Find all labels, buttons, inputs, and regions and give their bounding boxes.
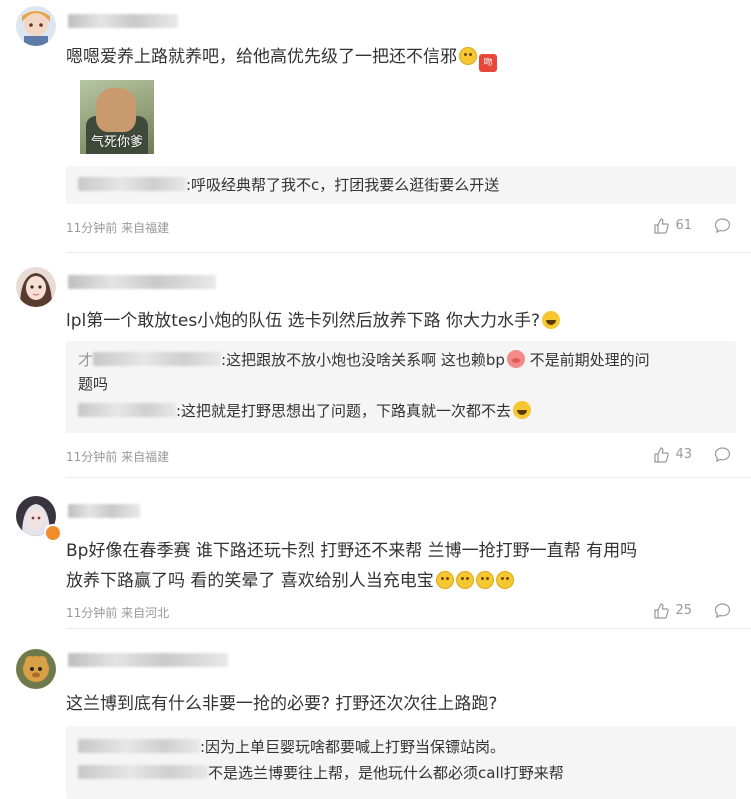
- comment-meta: 11分钟前 来自福建: [66, 221, 170, 235]
- smile-emoji-icon: [455, 571, 474, 589]
- reply-item: :这把就是打野思想出了问题，下路真就一次都不去: [78, 398, 532, 424]
- reply-text: :因为上单巨婴玩啥都要喊上打野当保镖站岗。: [200, 738, 506, 756]
- smile-emoji-icon: [435, 571, 454, 589]
- reply-username[interactable]: [78, 765, 208, 779]
- thumbs-up-icon[interactable]: [653, 602, 670, 619]
- reply-text: :这把就是打野思想出了问题，下路真就一次都不去: [176, 402, 512, 420]
- comment-text: Bp好像在春季赛 谁下路还玩卡烈 打野还不来帮 兰博一抢打野一直帮 有用吗 放养…: [66, 538, 637, 594]
- reply-item: :因为上单巨婴玩啥都要喊上打野当保镖站岗。: [78, 734, 505, 760]
- comment-text-line2: 放养下路赢了吗 看的笑晕了 喜欢给别人当充电宝: [66, 568, 637, 594]
- avatar[interactable]: [16, 267, 56, 307]
- comment-text-line2-body: 放养下路赢了吗 看的笑晕了 喜欢给别人当充电宝: [66, 571, 434, 591]
- reply-text: 不是选兰博要往上帮，是他玩什么都必须call打野来帮: [208, 764, 564, 782]
- kiss-emoji-icon: 吻: [479, 54, 497, 72]
- comment-1: 嗯嗯爱养上路就养吧，给他高优先级了一把还不信邪 吻 气死你爹 :呼吸经典帮了我不c…: [0, 0, 751, 250]
- reply-item-wrap: 题吗: [78, 371, 108, 397]
- comment-bubble-icon[interactable]: [714, 446, 731, 463]
- reply-text: :呼吸经典帮了我不c，打团我要么逛街要么开送: [186, 176, 500, 194]
- comment-meta: 11分钟前 来自福建: [66, 450, 170, 464]
- laugh-emoji-icon: [542, 311, 561, 329]
- reply-text-continued: 不是前期处理的问: [524, 351, 650, 369]
- comment-actions: 25: [653, 602, 731, 619]
- sticker-image[interactable]: 气死你爹: [80, 80, 154, 154]
- username[interactable]: [68, 653, 228, 667]
- avatar[interactable]: [16, 6, 56, 46]
- comment-actions: 43: [653, 446, 731, 463]
- comment-text-body: 嗯嗯爱养上路就养吧，给他高优先级了一把还不信邪: [66, 47, 457, 67]
- verified-badge-icon: [44, 524, 62, 542]
- comment-4: 这兰博到底有什么非要一抢的必要? 打野还次次往上路跑? :因为上单巨婴玩啥都要喊…: [0, 629, 751, 799]
- reply-box: :呼吸经典帮了我不c，打团我要么逛街要么开送: [66, 166, 736, 204]
- comment-text: 嗯嗯爱养上路就养吧，给他高优先级了一把还不信邪 吻: [66, 44, 497, 72]
- comment-text-line1: Bp好像在春季赛 谁下路还玩卡烈 打野还不来帮 兰博一抢打野一直帮 有用吗: [66, 541, 638, 561]
- comment-2: lpl第一个敢放tes小炮的队伍 选卡列然后放养下路 你大力水手? 才 :这把跟放…: [0, 253, 751, 475]
- like-count: 43: [675, 447, 692, 462]
- avatar[interactable]: [16, 649, 56, 689]
- comment-text: lpl第一个敢放tes小炮的队伍 选卡列然后放养下路 你大力水手?: [66, 308, 561, 334]
- comment-3: Bp好像在春季赛 谁下路还玩卡烈 打野还不来帮 兰博一抢打野一直帮 有用吗 放养…: [0, 478, 751, 626]
- comment-text: 这兰博到底有什么非要一抢的必要? 打野还次次往上路跑?: [66, 694, 498, 714]
- username[interactable]: [68, 504, 140, 518]
- comment-meta: 11分钟前 来自河北: [66, 606, 170, 620]
- reply-item: :呼吸经典帮了我不c，打团我要么逛街要么开送: [78, 172, 499, 198]
- like-count: 61: [675, 218, 692, 233]
- sticker-hand: [96, 88, 136, 132]
- username[interactable]: [68, 14, 178, 28]
- reply-box: 才 :这把跟放不放小炮也没啥关系啊 这也赖bp 不是前期处理的问 题吗 :这把就是…: [66, 341, 736, 433]
- reply-username[interactable]: [93, 352, 222, 366]
- reply-item: 才 :这把跟放不放小炮也没啥关系啊 这也赖bp 不是前期处理的问: [78, 347, 650, 373]
- laugh-emoji-icon: [513, 401, 532, 419]
- like-count: 25: [675, 603, 692, 618]
- smile-emoji-icon: [495, 571, 514, 589]
- smile-emoji-icon: [475, 571, 494, 589]
- reply-box: :因为上单巨婴玩啥都要喊上打野当保镖站岗。 不是选兰博要往上帮，是他玩什么都必须…: [66, 726, 736, 799]
- reply-username[interactable]: [78, 403, 176, 417]
- comment-text-body: lpl第一个敢放tes小炮的队伍 选卡列然后放养下路 你大力水手?: [66, 311, 541, 331]
- comment-actions: 61: [653, 217, 731, 234]
- reply-text-line2: 题吗: [78, 375, 109, 393]
- comment-bubble-icon[interactable]: [714, 217, 731, 234]
- reply-item: 不是选兰博要往上帮，是他玩什么都必须call打野来帮: [78, 760, 564, 786]
- pig-emoji-icon: [506, 350, 525, 368]
- reply-username[interactable]: [78, 177, 186, 191]
- username[interactable]: [68, 275, 216, 289]
- thumbs-up-icon[interactable]: [653, 217, 670, 234]
- sticker-caption: 气死你爹: [90, 135, 143, 150]
- reply-username-prefix[interactable]: 才: [78, 351, 93, 369]
- comment-bubble-icon[interactable]: [714, 602, 731, 619]
- smirk-emoji-icon: [459, 47, 477, 65]
- thumbs-up-icon[interactable]: [653, 446, 670, 463]
- reply-text: :这把跟放不放小炮也没啥关系啊 这也赖bp: [221, 351, 505, 369]
- reply-username[interactable]: [78, 739, 200, 753]
